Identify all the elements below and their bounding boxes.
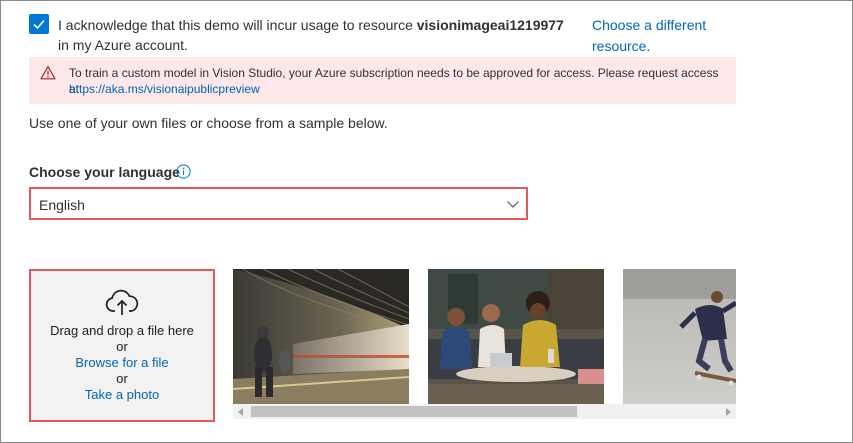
warning-triangle-icon bbox=[40, 65, 56, 80]
skateboarder-image bbox=[623, 269, 736, 404]
language-label: Choose your language bbox=[29, 164, 180, 180]
scroll-right-arrow-icon[interactable] bbox=[726, 408, 731, 416]
choose-different-resource-link[interactable]: Choose a different resource. bbox=[592, 15, 732, 57]
resource-name: visionimageai1219977 bbox=[416, 17, 564, 33]
access-warning-banner: To train a custom model in Vision Studio… bbox=[29, 57, 736, 104]
sample-gallery bbox=[233, 269, 736, 404]
instruction-text: Use one of your own files or choose from… bbox=[29, 115, 388, 131]
browse-file-link[interactable]: Browse for a file bbox=[31, 355, 213, 371]
people-meeting-image bbox=[428, 269, 604, 404]
scroll-left-arrow-icon[interactable] bbox=[238, 408, 243, 416]
sample-subway-train[interactable] bbox=[233, 269, 409, 404]
cloud-upload-icon bbox=[105, 289, 139, 315]
info-icon[interactable] bbox=[176, 164, 191, 179]
language-dropdown[interactable]: English bbox=[29, 187, 528, 220]
file-drop-zone[interactable]: Drag and drop a file here or Browse for … bbox=[29, 269, 215, 422]
scrollbar-thumb[interactable] bbox=[251, 406, 577, 417]
gallery-scrollbar[interactable] bbox=[233, 404, 736, 419]
chevron-down-icon bbox=[507, 201, 519, 208]
or-text: or bbox=[116, 371, 128, 386]
checkmark-icon bbox=[33, 19, 45, 30]
or-text: or bbox=[116, 339, 128, 354]
sample-skateboarder[interactable] bbox=[623, 269, 736, 404]
drag-drop-text: Drag and drop a file here bbox=[50, 323, 194, 338]
acknowledge-text: I acknowledge that this demo will incur … bbox=[58, 17, 564, 53]
language-selected-value: English bbox=[39, 197, 85, 213]
sample-people-meeting[interactable] bbox=[428, 269, 604, 404]
acknowledge-checkbox[interactable] bbox=[29, 14, 49, 34]
request-access-link[interactable]: https://aka.ms/visionaipublicpreview bbox=[69, 81, 260, 97]
subway-train-image bbox=[233, 269, 409, 404]
take-photo-link[interactable]: Take a photo bbox=[31, 387, 213, 403]
